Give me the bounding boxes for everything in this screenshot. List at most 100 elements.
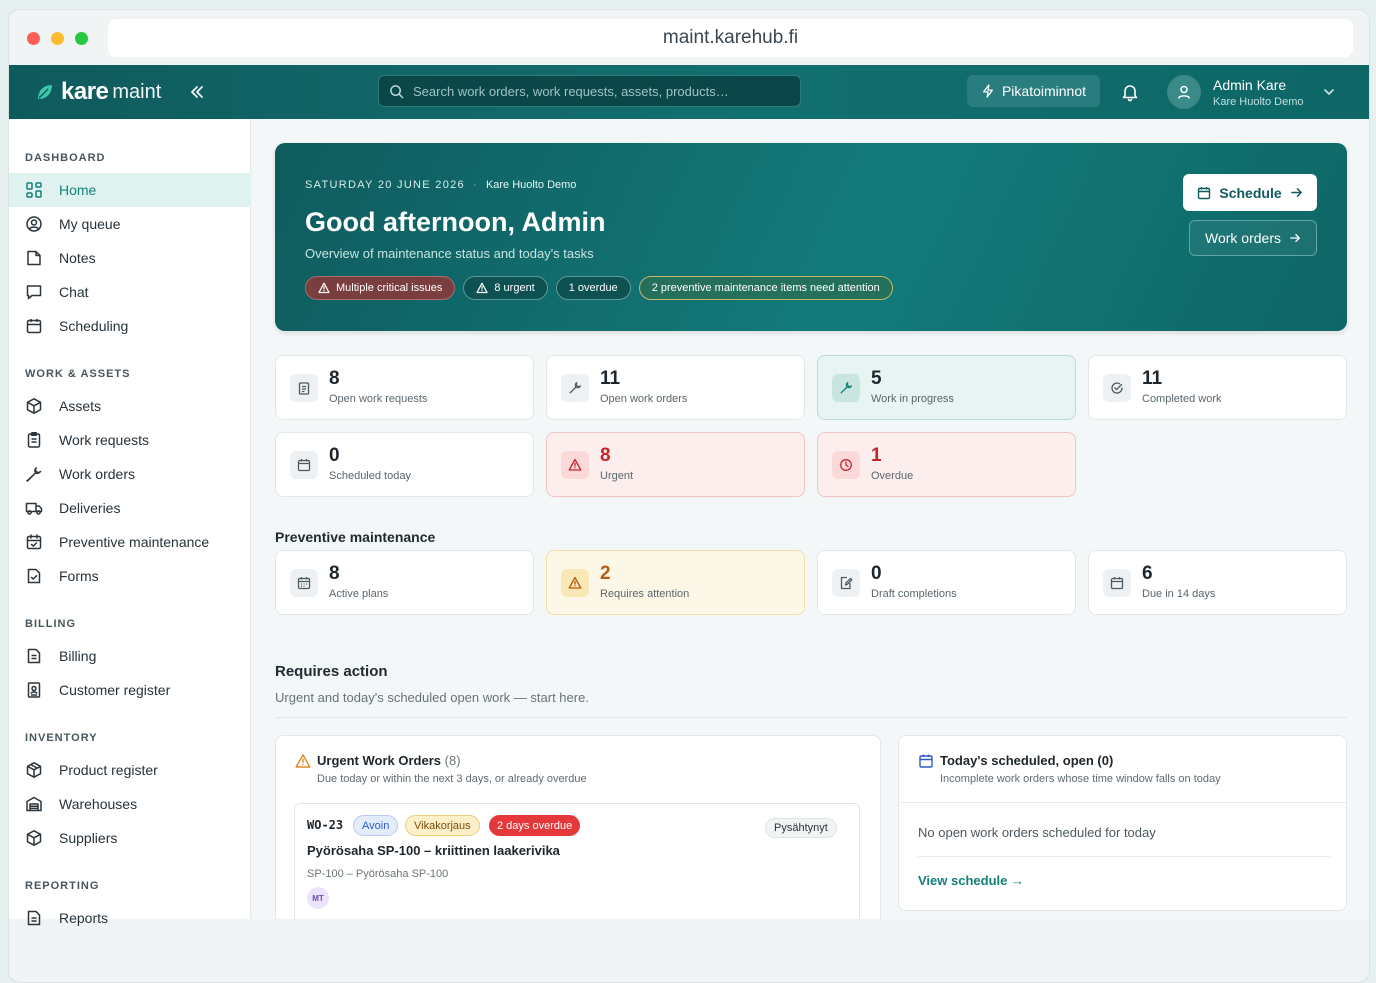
user-menu[interactable]: Admin Kare Kare Huolto Demo [1213, 77, 1304, 108]
app-logo[interactable]: kare maint [35, 78, 162, 105]
search-input[interactable] [413, 83, 793, 99]
work-order-card[interactable]: WO-23 Avoin Vikakorjaus 2 days overdue P… [294, 803, 860, 919]
quick-actions-button[interactable]: Pikatoiminnot [967, 75, 1100, 107]
sidebar-item-label: Reports [59, 910, 109, 926]
truck-icon [25, 502, 43, 515]
sidebar-item-my-queue[interactable]: My queue [9, 207, 251, 241]
calendar-icon [290, 451, 318, 479]
app-header: kare maint Pikatoiminnot [9, 65, 1369, 119]
stat-completed-work[interactable]: 11 Completed work [1088, 355, 1347, 420]
work-orders-button[interactable]: Work orders [1189, 220, 1317, 256]
stat-value: 2 [600, 563, 611, 584]
sidebar-item-label: Deliveries [59, 500, 121, 516]
user-name: Admin Kare [1213, 77, 1287, 93]
schedule-button[interactable]: Schedule [1183, 174, 1317, 211]
stat-label: Urgent [600, 470, 634, 482]
warning-triangle-icon [476, 282, 488, 294]
sidebar-item-label: Assets [59, 398, 102, 414]
stat-value: 0 [871, 563, 882, 584]
sidebar-item-chat[interactable]: Chat [9, 275, 251, 309]
overdue-pill[interactable]: 1 overdue [555, 276, 631, 300]
stat-work-in-progress[interactable]: 5 Work in progress [817, 355, 1076, 420]
wrench-icon [561, 374, 589, 402]
stat-urgent[interactable]: 8 Urgent [546, 432, 805, 497]
invoice-icon [27, 648, 41, 664]
stat-label: Open work requests [329, 393, 428, 405]
arrow-right-icon [1290, 188, 1302, 197]
work-order-id: WO-23 [307, 818, 344, 832]
urgent-count: (8) [444, 753, 461, 768]
pm-requires-attention[interactable]: 2 Requires attention [546, 550, 805, 615]
preventive-attention-pill[interactable]: 2 preventive maintenance items need atte… [638, 276, 893, 300]
sidebar-item-billing[interactable]: Billing [9, 639, 251, 673]
maximize-window-button[interactable] [75, 32, 88, 45]
requires-action-subtitle: Urgent and today's scheduled open work —… [275, 690, 589, 705]
todays-scheduled-panel: Today's scheduled, open (0) Incomplete w… [898, 735, 1347, 911]
clock-icon [832, 451, 860, 479]
stat-overdue[interactable]: 1 Overdue [817, 432, 1076, 497]
report-icon [27, 910, 41, 926]
check-circle-icon [1103, 374, 1131, 402]
sidebar-item-work-requests[interactable]: Work requests [9, 423, 251, 457]
stat-label: Work in progress [871, 393, 954, 405]
sidebar-item-scheduling[interactable]: Scheduling [9, 309, 251, 343]
sidebar-item-label: Warehouses [59, 796, 138, 812]
close-window-button[interactable] [27, 32, 40, 45]
sidebar-item-customer-register[interactable]: Customer register [9, 673, 251, 707]
address-bar[interactable]: maint.karehub.fi [108, 19, 1353, 57]
sidebar-item-label: Suppliers [59, 830, 118, 846]
wrench-icon [26, 466, 42, 482]
pm-due-14-days[interactable]: 6 Due in 14 days [1088, 550, 1347, 615]
user-avatar[interactable] [1167, 75, 1201, 109]
welcome-banner: SATURDAY 20 JUNE 2026 · Kare Huolto Demo G… [275, 143, 1347, 331]
stat-open-work-orders[interactable]: 11 Open work orders [546, 355, 805, 420]
user-circle-icon [26, 216, 42, 232]
stat-value: 6 [1142, 563, 1153, 584]
sidebar-item-home[interactable]: Home [9, 173, 251, 207]
clipboard-icon [290, 374, 318, 402]
warning-triangle-icon [318, 282, 330, 294]
logo-maint-text: maint [112, 80, 162, 103]
sidebar-item-suppliers[interactable]: Suppliers [9, 821, 251, 855]
urgent-panel-subtitle: Due today or within the next 3 days, or … [317, 773, 587, 785]
sidebar-item-work-orders[interactable]: Work orders [9, 457, 251, 491]
work-order-asset: SP-100 – Pyörösaha SP-100 [307, 868, 449, 880]
sidebar-item-deliveries[interactable]: Deliveries [9, 491, 251, 525]
view-schedule-link[interactable]: View schedule → [918, 873, 1024, 888]
requires-action-heading: Requires action [275, 663, 388, 680]
sidebar-section-inventory: INVENTORY [25, 732, 98, 744]
calendar-icon [919, 754, 933, 768]
sidebar-item-preventive-maintenance[interactable]: Preventive maintenance [9, 525, 251, 559]
notifications-bell-icon[interactable] [1119, 81, 1141, 103]
minimize-window-button[interactable] [51, 32, 64, 45]
collapse-sidebar-icon[interactable] [187, 82, 207, 102]
leaf-logo-icon [38, 85, 52, 99]
separator-dot: · [472, 179, 478, 191]
pm-draft-completions[interactable]: 0 Draft completions [817, 550, 1076, 615]
calendar-icon [26, 319, 42, 334]
sidebar-item-label: Product register [59, 762, 158, 778]
schedule-button-label: Schedule [1219, 184, 1282, 201]
urgent-pill[interactable]: 8 urgent [463, 276, 548, 300]
work-orders-button-label: Work orders [1205, 230, 1281, 246]
sidebar-item-forms[interactable]: Forms [9, 559, 251, 593]
global-search[interactable] [378, 75, 801, 107]
stat-value: 1 [871, 445, 882, 466]
greeting-title: Good afternoon, Admin [305, 207, 606, 237]
stat-open-work-requests[interactable]: 8 Open work requests [275, 355, 534, 420]
pm-active-plans[interactable]: 8 Active plans [275, 550, 534, 615]
sidebar-item-product-register[interactable]: Product register [9, 753, 251, 787]
sidebar-item-reports[interactable]: Reports [9, 901, 251, 935]
stat-label: Due in 14 days [1142, 588, 1216, 600]
current-date: SATURDAY 20 JUNE 2026 [305, 179, 465, 191]
sidebar-item-notes[interactable]: Notes [9, 241, 251, 275]
sidebar-item-label: Work requests [59, 432, 149, 448]
stat-value: 0 [329, 445, 340, 466]
sidebar-section-work-assets: WORK & ASSETS [25, 368, 131, 380]
sidebar-item-assets[interactable]: Assets [9, 389, 251, 423]
empty-state-text: No open work orders scheduled for today [918, 825, 1156, 840]
stat-scheduled-today[interactable]: 0 Scheduled today [275, 432, 534, 497]
chevron-down-icon[interactable] [1322, 85, 1336, 99]
sidebar-item-warehouses[interactable]: Warehouses [9, 787, 251, 821]
critical-issues-pill[interactable]: Multiple critical issues [305, 276, 456, 300]
